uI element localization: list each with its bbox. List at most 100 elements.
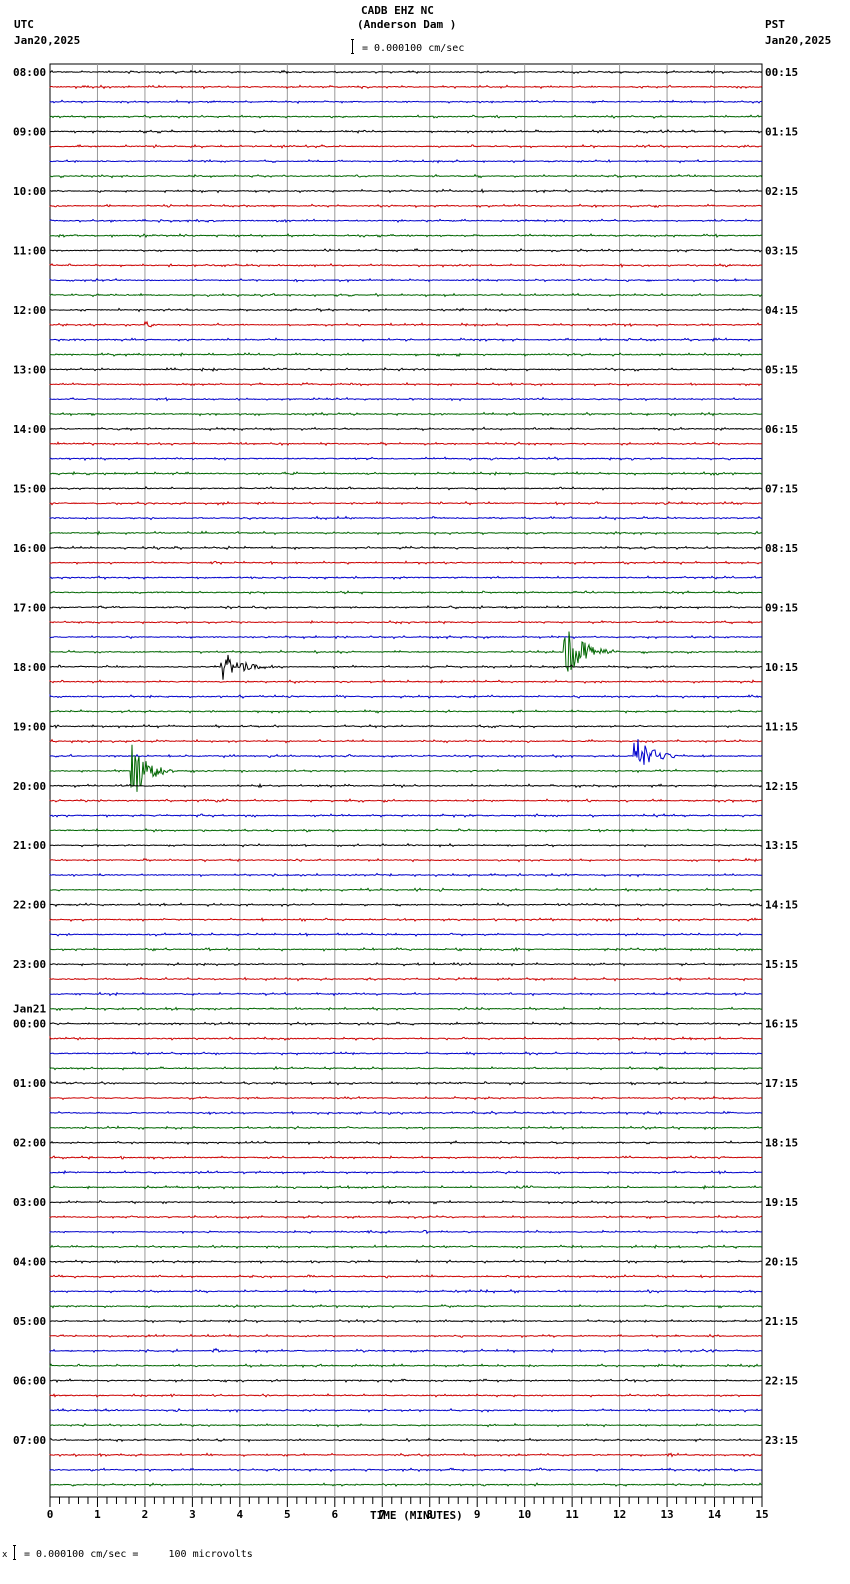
utc-hour-label: 21:00 (13, 839, 46, 852)
helicorder: CADB EHZ NC (Anderson Dam ) UTC Jan20,20… (0, 0, 850, 1584)
trace-30 (49, 515, 763, 521)
trace-77 (49, 1214, 763, 1220)
trace-45 (49, 738, 762, 744)
trace-42 (49, 694, 763, 699)
utc-hour-label: 23:00 (13, 958, 46, 971)
trace-49 (49, 798, 762, 804)
trace-89 (49, 1393, 763, 1398)
trace-27 (49, 470, 763, 476)
trace-6 (49, 158, 763, 164)
footer-scale-icon (13, 1545, 16, 1560)
utc-hour-label: 08:00 (13, 66, 46, 79)
x-tick-label: 11 (566, 1508, 580, 1521)
utc-hour-label: 06:00 (13, 1375, 46, 1388)
trace-19 (49, 352, 763, 358)
trace-61 (49, 976, 763, 982)
utc-hour-label: 12:00 (13, 304, 46, 317)
pst-hour-label: 10:15 (765, 661, 798, 674)
trace-80 (49, 1259, 763, 1265)
pst-hour-label: 09:15 (765, 601, 798, 614)
trace-0 (49, 69, 763, 75)
trace-81 (49, 1274, 763, 1279)
x-tick-label: 0 (47, 1508, 54, 1521)
trace-92 (49, 1437, 763, 1443)
x-tick-label: 13 (660, 1508, 673, 1521)
pst-hour-label: 13:15 (765, 839, 798, 852)
trace-68 (49, 1080, 762, 1086)
trace-17 (49, 320, 762, 328)
utc-hour-label: 03:00 (13, 1196, 46, 1209)
x-tick-label: 12 (613, 1508, 626, 1521)
x-tick-label: 1 (94, 1508, 101, 1521)
trace-57 (49, 917, 763, 923)
pst-hour-label: 08:15 (765, 542, 798, 555)
utc-hour-label: 04:00 (13, 1256, 46, 1269)
x-tick-label: 9 (474, 1508, 481, 1521)
trace-76 (49, 1199, 763, 1205)
trace-29 (49, 500, 763, 506)
pst-hour-label: 03:15 (765, 244, 798, 257)
trace-70 (49, 1110, 763, 1116)
trace-16 (49, 307, 763, 313)
trace-71 (49, 1125, 763, 1131)
x-tick-label: 4 (237, 1508, 244, 1521)
trace-56 (49, 902, 763, 908)
footer-scale-note: = 0.000100 cm/sec = 100 microvolts (24, 1549, 253, 1560)
utc-hour-label: 13:00 (13, 363, 46, 376)
pst-hour-label: 18:15 (765, 1137, 798, 1150)
trace-85 (49, 1333, 763, 1339)
trace-51 (49, 828, 763, 833)
trace-38 (49, 634, 763, 640)
utc-hour-label: 02:00 (13, 1137, 46, 1150)
trace-36 (49, 604, 762, 610)
trace-55 (49, 887, 762, 893)
pst-hour-label: 20:15 (765, 1256, 798, 1269)
pst-hour-label: 23:15 (765, 1434, 798, 1447)
trace-48 (49, 782, 763, 789)
utc-hour-label: 14:00 (13, 423, 46, 436)
trace-87 (49, 1363, 763, 1369)
pst-hour-label: 21:15 (765, 1315, 798, 1328)
trace-23 (49, 411, 763, 417)
trace-59 (49, 946, 763, 952)
trace-73 (49, 1155, 763, 1160)
trace-32 (49, 545, 763, 551)
trace-65 (49, 1035, 763, 1041)
trace-9 (49, 203, 763, 209)
trace-11 (49, 233, 763, 239)
utc-hour-label: 11:00 (13, 244, 46, 257)
utc-hour-label: 15:00 (13, 482, 46, 495)
pst-hour-label: 17:15 (765, 1077, 798, 1090)
trace-58 (49, 932, 763, 937)
trace-1 (49, 84, 763, 90)
footer-mark: x (2, 1550, 8, 1560)
trace-14 (49, 277, 763, 283)
trace-5 (49, 143, 763, 149)
pst-hour-label: 14:15 (765, 899, 798, 912)
trace-20 (49, 367, 763, 372)
trace-54 (49, 872, 763, 878)
trace-13 (49, 263, 763, 268)
trace-31 (49, 530, 763, 536)
trace-69 (49, 1095, 763, 1101)
x-tick-label: 14 (708, 1508, 722, 1521)
pst-hour-label: 11:15 (765, 720, 798, 733)
trace-83 (49, 1303, 763, 1309)
trace-24 (49, 426, 763, 432)
trace-64 (49, 1021, 763, 1027)
utc-hour-label: 01:00 (13, 1077, 46, 1090)
trace-3 (49, 114, 763, 119)
trace-86 (49, 1347, 763, 1354)
trace-21 (49, 381, 763, 387)
trace-84 (49, 1318, 763, 1324)
x-tick-label: 10 (518, 1508, 531, 1521)
seismogram-plot: 08:00 00:15 09:00 01:15 10:00 02:15 11:00 03:15… (13, 63, 798, 1521)
trace-22 (49, 396, 763, 402)
trace-94 (49, 1467, 763, 1473)
trace-18 (49, 337, 763, 343)
utc-hour-label: 05:00 (13, 1315, 46, 1328)
pst-hour-label: 02:15 (765, 185, 798, 198)
trace-93 (49, 1452, 763, 1458)
x-tick-label: 15 (755, 1508, 768, 1521)
trace-15 (49, 292, 763, 298)
